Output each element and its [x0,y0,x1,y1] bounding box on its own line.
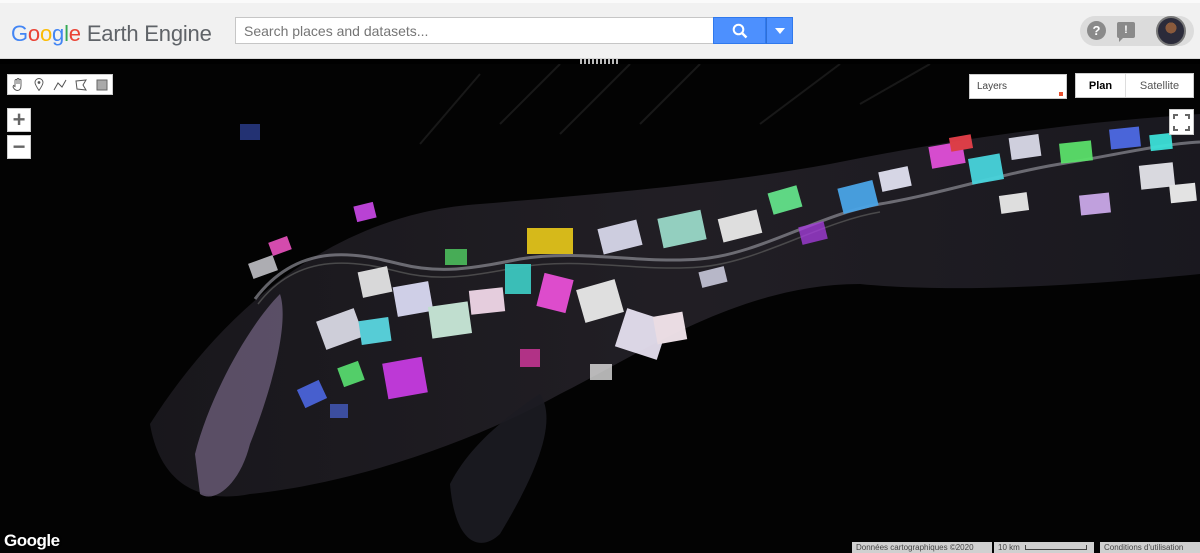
search-button[interactable] [713,17,766,44]
fullscreen-icon [1173,113,1190,131]
polygon-icon[interactable] [70,75,91,94]
help-icon[interactable]: ? [1087,21,1106,40]
terms-link[interactable]: Conditions d'utilisation [1100,542,1200,553]
layers-control[interactable]: Layers [969,74,1067,99]
map-canvas[interactable] [0,64,1200,553]
point-marker-icon[interactable] [29,75,50,94]
logo-letter: o [39,21,53,46]
layers-label: Layers [977,81,1008,92]
zoom-in-button[interactable]: + [7,108,31,132]
maptype-satellite-button[interactable]: Satellite [1126,74,1193,97]
fullscreen-button[interactable] [1169,109,1194,135]
logo-letter: g [52,21,65,46]
zoom-out-button[interactable]: − [7,135,31,159]
map-attribution: Données cartographiques ©2020 [852,542,992,553]
scale-label: 10 km [998,543,1020,552]
search-icon [732,23,747,38]
logo-letter: e [68,21,81,46]
maptype-plan-button[interactable]: Plan [1076,74,1126,97]
logo-letter: G [11,21,28,46]
layers-indicator [1059,92,1063,96]
feedback-icon[interactable]: ! [1117,22,1135,42]
scale-bar-line [1024,545,1087,550]
caret-down-icon [774,27,785,34]
google-watermark: Google [4,531,60,550]
satellite-imagery [150,64,1200,543]
search-input[interactable] [235,17,714,44]
logo-letter: o [27,21,40,46]
polyline-icon[interactable] [50,75,71,94]
rectangle-icon[interactable] [91,75,112,94]
search-options-button[interactable] [766,17,793,44]
avatar[interactable] [1156,16,1186,46]
logo-product-name: Earth Engine [86,21,212,46]
map-type-control: Plan Satellite [1075,73,1194,98]
earth-engine-logo[interactable]: Google Earth Engine [11,21,212,47]
scale-bar[interactable]: 10 km [994,542,1094,553]
pan-hand-icon[interactable] [8,75,29,94]
drawing-toolbar [7,74,113,95]
